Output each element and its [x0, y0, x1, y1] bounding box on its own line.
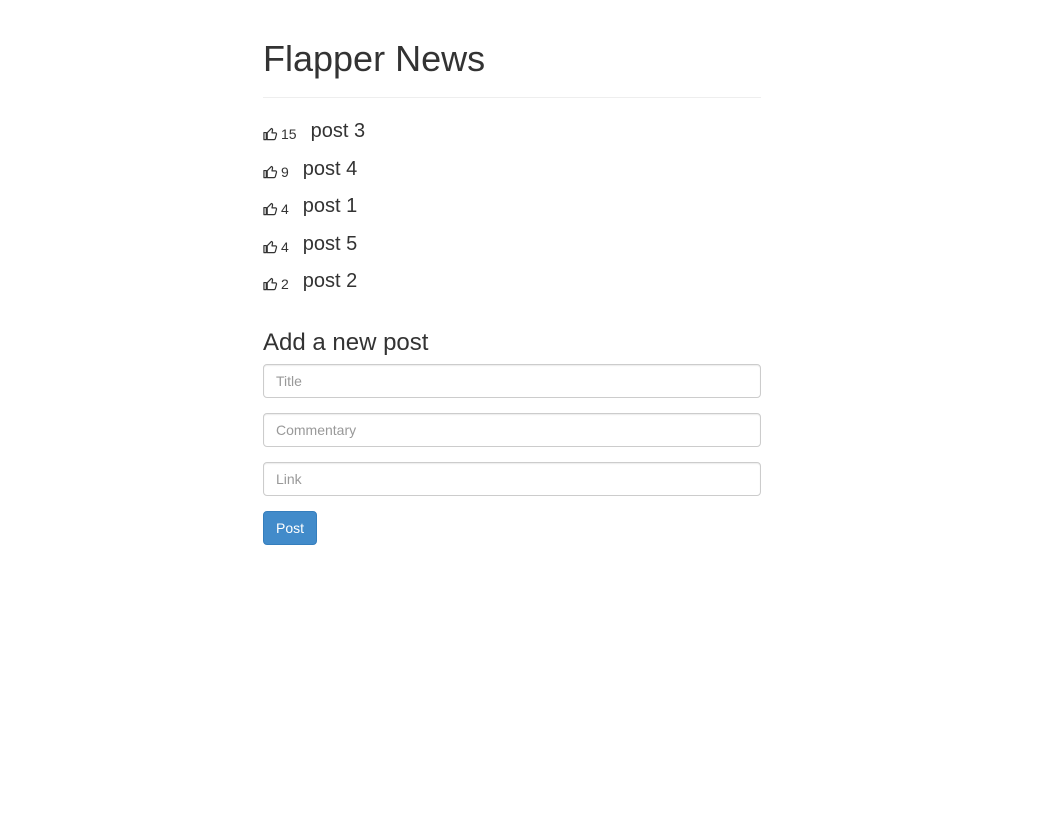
post-title: post 1: [302, 195, 358, 217]
upvote-count: 15: [281, 126, 297, 142]
upvote-count: 4: [281, 238, 289, 255]
upvote-button[interactable]: 4: [263, 238, 289, 255]
title-field-group: [263, 363, 761, 398]
main-container: Flapper News 15 post 3 9 post 4 4 post 1…: [263, 0, 761, 545]
page-title: Flapper News: [263, 38, 486, 79]
add-post-form: Add a new post Post: [263, 328, 761, 545]
add-post-heading: Add a new post: [263, 328, 429, 356]
post-title: post 5: [302, 232, 358, 255]
post-button[interactable]: Post: [263, 510, 318, 545]
list-item: 15 post 3: [263, 119, 761, 157]
link-input[interactable]: [263, 461, 761, 496]
thumbs-up-icon[interactable]: [263, 164, 278, 179]
upvote-button[interactable]: 4: [263, 200, 289, 217]
upvote-count: 4: [281, 201, 289, 217]
list-item: 4 post 1: [263, 194, 761, 232]
upvote-count: 9: [281, 163, 289, 180]
link-field-group: [263, 461, 761, 496]
list-item: 2 post 2: [263, 269, 761, 307]
upvote-count: 2: [281, 276, 289, 292]
upvote-button[interactable]: 2: [263, 275, 289, 292]
list-item: 4 post 5: [263, 232, 761, 270]
commentary-field-group: [263, 412, 761, 447]
thumbs-up-icon[interactable]: [263, 239, 278, 254]
upvote-button[interactable]: 15: [263, 125, 297, 142]
thumbs-up-icon[interactable]: [263, 276, 278, 291]
upvote-button[interactable]: 9: [263, 163, 289, 180]
post-title: post 2: [302, 270, 358, 292]
thumbs-up-icon[interactable]: [263, 201, 278, 216]
thumbs-up-icon[interactable]: [263, 126, 278, 141]
page-header: Flapper News: [263, 39, 761, 98]
post-list: 15 post 3 9 post 4 4 post 1 4 post 5 2 p…: [263, 119, 761, 307]
post-title: post 4: [302, 157, 358, 180]
list-item: 9 post 4: [263, 157, 761, 195]
post-title: post 3: [310, 120, 366, 142]
title-input[interactable]: [263, 363, 761, 398]
commentary-input[interactable]: [263, 412, 761, 447]
